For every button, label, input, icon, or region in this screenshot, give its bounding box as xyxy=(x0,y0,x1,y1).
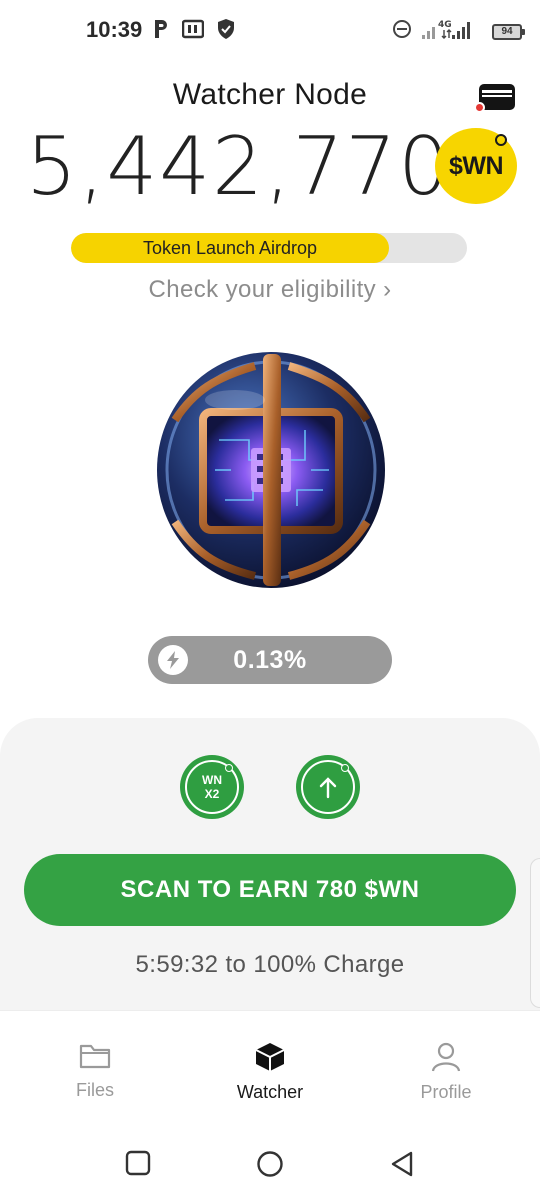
parking-icon xyxy=(152,18,170,45)
bolt-icon xyxy=(158,645,188,675)
triangle-back-icon xyxy=(391,1151,413,1177)
charge-percentage: 0.13% xyxy=(233,646,307,674)
status-bar: 10:39 4G 94 xyxy=(0,0,540,60)
boost-ring-icon xyxy=(225,764,233,772)
bottom-nav: Files Watcher Profile xyxy=(0,1010,540,1110)
status-time: 10:39 xyxy=(86,17,143,42)
square-icon xyxy=(125,1150,151,1176)
arrow-up-icon xyxy=(319,777,337,799)
do-not-disturb-icon xyxy=(392,19,412,44)
nav-label-files: Files xyxy=(75,1080,114,1100)
signal-icon: 4G xyxy=(422,18,482,45)
cube-icon xyxy=(255,1043,285,1071)
nav-label-watcher: Watcher xyxy=(236,1082,304,1102)
notification-dot xyxy=(474,102,485,113)
page-title: Watcher Node xyxy=(172,78,368,111)
token-symbol: $WN xyxy=(448,151,504,180)
token-coin: $WN xyxy=(435,128,517,204)
multiplier-line-1: WN xyxy=(202,773,222,787)
token-balance: 5,442,770 xyxy=(26,120,452,213)
back-button[interactable] xyxy=(389,1150,415,1183)
airdrop-label: Token Launch Airdrop xyxy=(142,238,318,258)
network-type: 4G xyxy=(438,20,452,30)
scan-to-earn-button[interactable]: SCAN TO EARN 780 $WN xyxy=(24,854,516,926)
watcher-orb-image[interactable] xyxy=(155,350,387,590)
nav-item-profile[interactable]: Profile xyxy=(381,1041,511,1103)
folder-icon xyxy=(79,1044,111,1069)
app-notification-icon xyxy=(181,19,205,44)
user-icon xyxy=(431,1042,461,1072)
circle-icon xyxy=(257,1151,283,1177)
nav-item-watcher[interactable]: Watcher xyxy=(205,1041,335,1103)
airdrop-progress-bar[interactable]: Token Launch Airdrop xyxy=(71,233,467,263)
status-right-icons: 4G 94 xyxy=(392,18,525,45)
shield-icon xyxy=(216,18,236,45)
check-eligibility-link[interactable]: Check your eligibility › xyxy=(0,276,540,304)
boost-ring-icon xyxy=(341,764,349,772)
coin-ring-icon xyxy=(495,134,507,146)
multiplier-boost-button[interactable]: WN X2 xyxy=(180,755,244,819)
home-button[interactable] xyxy=(256,1150,284,1183)
recent-apps-button[interactable] xyxy=(125,1150,151,1181)
side-drawer-handle[interactable] xyxy=(530,858,540,1008)
nav-item-files[interactable]: Files xyxy=(30,1041,160,1101)
multiplier-line-2: X2 xyxy=(204,787,220,801)
charge-timer: 5:59:32 to 100% Charge xyxy=(135,951,405,978)
charge-indicator: 0.13% xyxy=(148,636,392,684)
upgrade-boost-button[interactable] xyxy=(296,755,360,819)
battery-indicator: 94 xyxy=(492,23,525,40)
status-left-icons xyxy=(152,18,236,45)
system-navigation-bar xyxy=(0,1130,540,1200)
nav-label-profile: Profile xyxy=(420,1082,472,1102)
